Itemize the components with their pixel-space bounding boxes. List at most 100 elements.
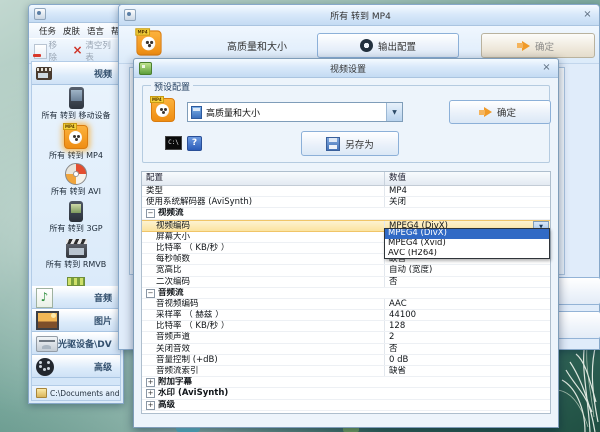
sidebar-item-label: 所有 转到 RMVB [46, 259, 107, 270]
settings-table: 配置 数值 类型MP4使用系统解码器 (AviSynth)关闭−视频流视频编码M… [141, 171, 551, 414]
config-cell: 比特率 （ KB/秒 ） [142, 321, 385, 331]
dropdown-item[interactable]: MPEG4 (DivX) [385, 229, 549, 239]
sidebar-section-4[interactable]: 高级 [32, 355, 120, 378]
ok-button-main[interactable]: 确定 [481, 33, 595, 58]
table-row[interactable]: 二次编码否 [142, 277, 550, 288]
group-row[interactable]: −音频流 [142, 288, 550, 299]
ok-button-dialog[interactable]: 确定 [449, 100, 551, 124]
table-row[interactable]: 音频声道2 [142, 332, 550, 343]
chevron-down-icon[interactable]: ▼ [386, 103, 402, 121]
config-cell: 音频流索引 [142, 366, 385, 376]
expand-icon[interactable]: + [146, 378, 155, 387]
value-text: 128 [389, 321, 405, 331]
value-cell: 否 [385, 344, 550, 354]
video-settings-dialog: 视频设置 × 预设配置 MP4 高质量和大小 ▼ 确定 C:\ ? 另存为 配置… [133, 58, 559, 428]
group-label: 音频流 [158, 288, 184, 298]
arrow-icon [522, 41, 530, 51]
save-as-button[interactable]: 另存为 [301, 131, 399, 156]
sidebar-section-1[interactable]: ♪音频 [32, 286, 120, 309]
sidebar-section-2[interactable]: 图片 [32, 309, 120, 332]
close-icon[interactable]: × [540, 62, 553, 74]
value-cell: 2 [385, 332, 550, 342]
converter-titlebar[interactable]: 所有 转到 MP4 × [119, 5, 599, 26]
value-cell: 128 [385, 321, 550, 331]
clipped-side-button[interactable] [553, 277, 600, 305]
config-cell: 类型 [142, 186, 385, 196]
value-text: AAC [389, 299, 407, 309]
help-icon[interactable]: ? [187, 136, 202, 151]
command-line-icon[interactable]: C:\ [165, 136, 182, 150]
group-row[interactable]: +高级 [142, 400, 550, 411]
app-titlebar[interactable] [29, 5, 123, 23]
sidebar-item-label: 所有 转到 移动设备 [41, 110, 110, 121]
output-config-button[interactable]: 输出配置 [317, 33, 459, 58]
value-cell: 自动 (宽度) [385, 265, 550, 275]
sidebar-section-3[interactable]: 光驱设备\DVD\CD [32, 332, 120, 355]
menu-item-1[interactable]: 皮肤 [61, 25, 82, 37]
expand-icon[interactable]: + [146, 401, 155, 410]
preset-combo-value: 高质量和大小 [206, 106, 386, 119]
mp4-icon: MP4 [64, 125, 88, 149]
dropdown-item[interactable]: AVC (H264) [385, 249, 549, 259]
group-cell: −视频流 [142, 208, 550, 218]
floppy-disk-icon [326, 137, 340, 151]
sidebar-item-label: 所有 转到 MP4 [49, 150, 103, 161]
table-row[interactable]: 采样率 （ 赫兹 ） 44100 [142, 310, 550, 321]
sidebar-item[interactable]: 所有 转到 移动设备 [32, 87, 120, 125]
close-icon[interactable]: × [581, 9, 594, 21]
table-row[interactable]: 音频流索引缺省 [142, 366, 550, 377]
collapse-icon[interactable]: − [146, 209, 155, 218]
table-row[interactable]: 关闭音效否 [142, 344, 550, 355]
group-label: 高级 [158, 400, 175, 410]
sidebar: 视频所有 转到 移动设备 MP4所有 转到 MP4 所有 转到 AVI 所有 转到 3… [31, 61, 121, 386]
config-cell: 屏幕大小 [142, 232, 385, 242]
table-row[interactable]: 使用系统解码器 (AviSynth)关闭 [142, 197, 550, 208]
value-text: MP4 [389, 186, 407, 196]
config-cell: 采样率 （ 赫兹 ） [142, 310, 385, 320]
group-row[interactable]: +水印 (AviSynth) [142, 388, 550, 399]
clipped-side-button[interactable] [553, 311, 600, 339]
group-label: 视频流 [158, 208, 184, 218]
collapse-icon[interactable]: − [146, 289, 155, 298]
menu-bar: 任务皮肤语言帮助 [29, 23, 123, 38]
remove-file-icon [34, 44, 47, 59]
sidebar-item[interactable]: 所有 转到 AVI [32, 163, 120, 201]
sidebar-item[interactable]: 所有 转到 3GP [32, 201, 120, 239]
dropdown-item[interactable]: MPEG4 (Xvid) [385, 239, 549, 249]
sidebar-section-label: 光驱设备\DVD\CD [58, 337, 112, 350]
rmvb-icon [66, 239, 87, 258]
sidebar-item[interactable]: MP4所有 转到 MP4 [32, 125, 120, 163]
value-cell: 缺省 [385, 366, 550, 376]
value-cell: 关闭 [385, 197, 550, 207]
group-row[interactable]: +附加字幕 [142, 377, 550, 388]
sidebar-section-0[interactable]: 视频 [32, 62, 120, 85]
sidebar-items: 所有 转到 移动设备 MP4所有 转到 MP4 所有 转到 AVI 所有 转到 3GP… [32, 85, 120, 286]
gear-icon [360, 39, 373, 52]
menu-item-2[interactable]: 语言 [85, 25, 106, 37]
value-text: 否 [389, 277, 398, 287]
group-cell: +高级 [142, 400, 550, 410]
expand-icon[interactable]: + [146, 389, 155, 398]
preset-combobox[interactable]: 高质量和大小 ▼ [187, 102, 403, 122]
sidebar-section-label: 高级 [54, 360, 112, 373]
video-icon [36, 67, 52, 80]
arrow-icon [484, 107, 492, 117]
value-text: 关闭 [389, 197, 406, 207]
preset-groupbox: 预设配置 MP4 高质量和大小 ▼ 确定 C:\ ? 另存为 [142, 85, 550, 163]
table-row[interactable]: 宽高比自动 (宽度) [142, 265, 550, 276]
group-cell: +附加字幕 [142, 377, 550, 387]
table-row[interactable]: 类型 MP4 [142, 186, 550, 197]
table-row[interactable]: 音视频编码AAC [142, 299, 550, 310]
value-text: 44100 [389, 310, 416, 320]
dialog-titlebar[interactable]: 视频设置 × [134, 59, 558, 78]
sidebar-item-label: 所有 转到 AVI [51, 186, 101, 197]
value-cell: 0 dB [385, 355, 550, 365]
table-row[interactable]: 比特率 （ KB/秒 ） 128 [142, 321, 550, 332]
sidebar-item[interactable]: 所有 转到 RMVB [32, 239, 120, 277]
settings-table-header: 配置 数值 [142, 172, 550, 186]
group-label: 附加字幕 [158, 377, 192, 387]
config-cell: 每秒帧数 [142, 254, 385, 264]
group-row[interactable]: −视频流 [142, 208, 550, 219]
menu-item-0[interactable]: 任务 [37, 25, 58, 37]
table-row[interactable]: 音量控制 (+dB)0 dB [142, 355, 550, 366]
